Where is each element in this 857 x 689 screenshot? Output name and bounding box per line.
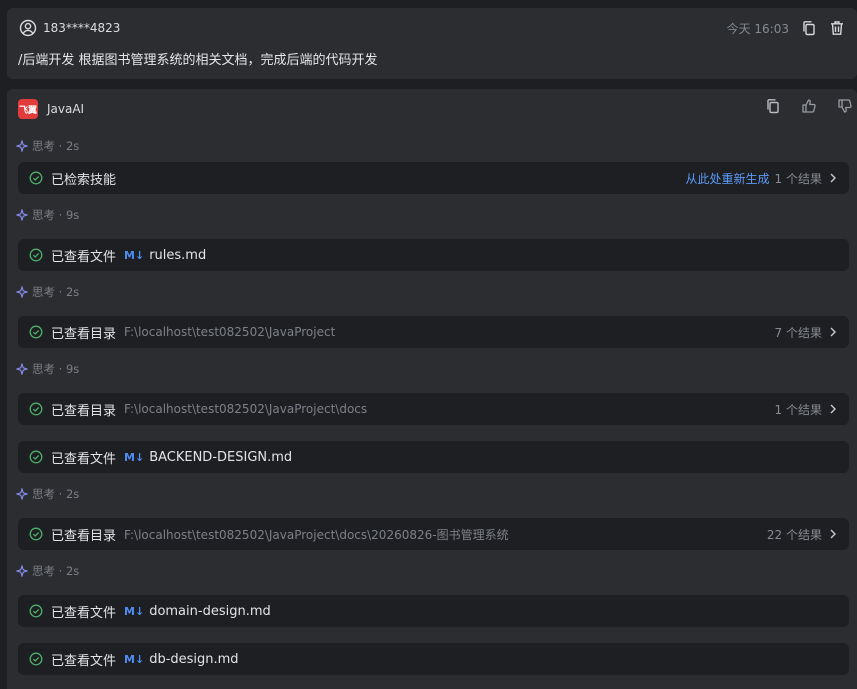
- ai-header: 飞翼 JavaAI: [18, 99, 84, 119]
- user-message-card: 183****4823 今天 16:03 /后端开发 根据图书管理系统的相关文档…: [7, 8, 857, 79]
- user-name: 183****4823: [43, 21, 121, 35]
- ai-response-card: 飞翼 JavaAI 思考 · 2s 已检索技能 从此处重新生成 1 个结果 思考…: [7, 89, 857, 689]
- user-avatar-icon: [19, 19, 37, 37]
- step-view-directory[interactable]: 已查看目录 F:\localhost\test082502\JavaProjec…: [18, 518, 849, 550]
- check-circle-icon: [29, 450, 43, 464]
- file-name[interactable]: rules.md: [149, 248, 206, 263]
- check-circle-icon: [29, 402, 43, 416]
- chevron-right-icon: [830, 327, 836, 337]
- sparkle-icon: [16, 488, 28, 500]
- chevron-right-icon: [830, 173, 836, 183]
- step-view-directory[interactable]: 已查看目录 F:\localhost\test082502\JavaProjec…: [18, 393, 849, 425]
- markdown-icon: M↓: [124, 450, 145, 464]
- regenerate-link[interactable]: 从此处重新生成: [686, 170, 770, 187]
- markdown-icon: M↓: [124, 652, 145, 666]
- thinking-indicator[interactable]: 思考 · 2s: [16, 563, 79, 579]
- thinking-indicator[interactable]: 思考 · 9s: [16, 361, 79, 377]
- check-circle-icon: [29, 527, 43, 541]
- message-timestamp: 今天 16:03: [726, 21, 789, 36]
- step-view-directory[interactable]: 已查看目录 F:\localhost\test082502\JavaProjec…: [18, 316, 849, 348]
- sparkle-icon: [16, 209, 28, 221]
- directory-path: F:\localhost\test082502\JavaProject\docs…: [124, 527, 509, 542]
- chevron-right-icon: [830, 404, 836, 414]
- file-name[interactable]: db-design.md: [149, 652, 238, 667]
- file-name[interactable]: domain-design.md: [149, 604, 271, 619]
- result-count: 1 个结果: [774, 402, 822, 417]
- user-prompt-text: /后端开发 根据图书管理系统的相关文档，完成后端的代码开发: [18, 53, 378, 68]
- trash-icon[interactable]: [827, 18, 847, 38]
- step-search-skills[interactable]: 已检索技能 从此处重新生成 1 个结果: [18, 162, 849, 194]
- ai-name: JavaAI: [47, 102, 85, 116]
- check-circle-icon: [29, 248, 43, 262]
- thumbs-up-icon[interactable]: [799, 96, 819, 116]
- directory-path: F:\localhost\test082502\JavaProject: [124, 325, 336, 339]
- directory-path: F:\localhost\test082502\JavaProject\docs: [124, 402, 368, 416]
- check-circle-icon: [29, 652, 43, 666]
- step-view-file[interactable]: 已查看文件 M↓ domain-design.md: [18, 595, 849, 627]
- step-view-file[interactable]: 已查看文件 M↓ db-design.md: [18, 643, 849, 675]
- thumbs-down-icon[interactable]: [835, 96, 855, 116]
- chevron-right-icon: [830, 529, 836, 539]
- thinking-indicator[interactable]: 思考 · 9s: [16, 207, 79, 223]
- copy-response-icon[interactable]: [763, 96, 783, 116]
- check-circle-icon: [29, 325, 43, 339]
- copy-icon[interactable]: [799, 18, 819, 38]
- step-view-file[interactable]: 已查看文件 M↓ rules.md: [18, 239, 849, 271]
- sparkle-icon: [16, 140, 28, 152]
- thinking-indicator[interactable]: 思考 · 2s: [16, 486, 79, 502]
- sparkle-icon: [16, 286, 28, 298]
- result-count: 22 个结果: [766, 527, 822, 542]
- sparkle-icon: [16, 565, 28, 577]
- result-count: 7 个结果: [774, 325, 822, 340]
- step-view-file[interactable]: 已查看文件 M↓ BACKEND-DESIGN.md: [18, 441, 849, 473]
- user-message-meta: 今天 16:03: [727, 18, 847, 38]
- markdown-icon: M↓: [124, 248, 145, 262]
- thinking-indicator[interactable]: 思考 · 2s: [16, 138, 79, 154]
- ai-actions: [763, 96, 855, 116]
- file-name[interactable]: BACKEND-DESIGN.md: [149, 450, 292, 465]
- markdown-icon: M↓: [124, 604, 145, 618]
- sparkle-icon: [16, 363, 28, 375]
- check-circle-icon: [29, 604, 43, 618]
- ai-logo: 飞翼: [18, 99, 38, 119]
- result-count: 1 个结果: [774, 171, 822, 186]
- user-info: 183****4823: [19, 19, 120, 37]
- check-circle-icon: [29, 171, 43, 185]
- thinking-indicator[interactable]: 思考 · 2s: [16, 284, 79, 300]
